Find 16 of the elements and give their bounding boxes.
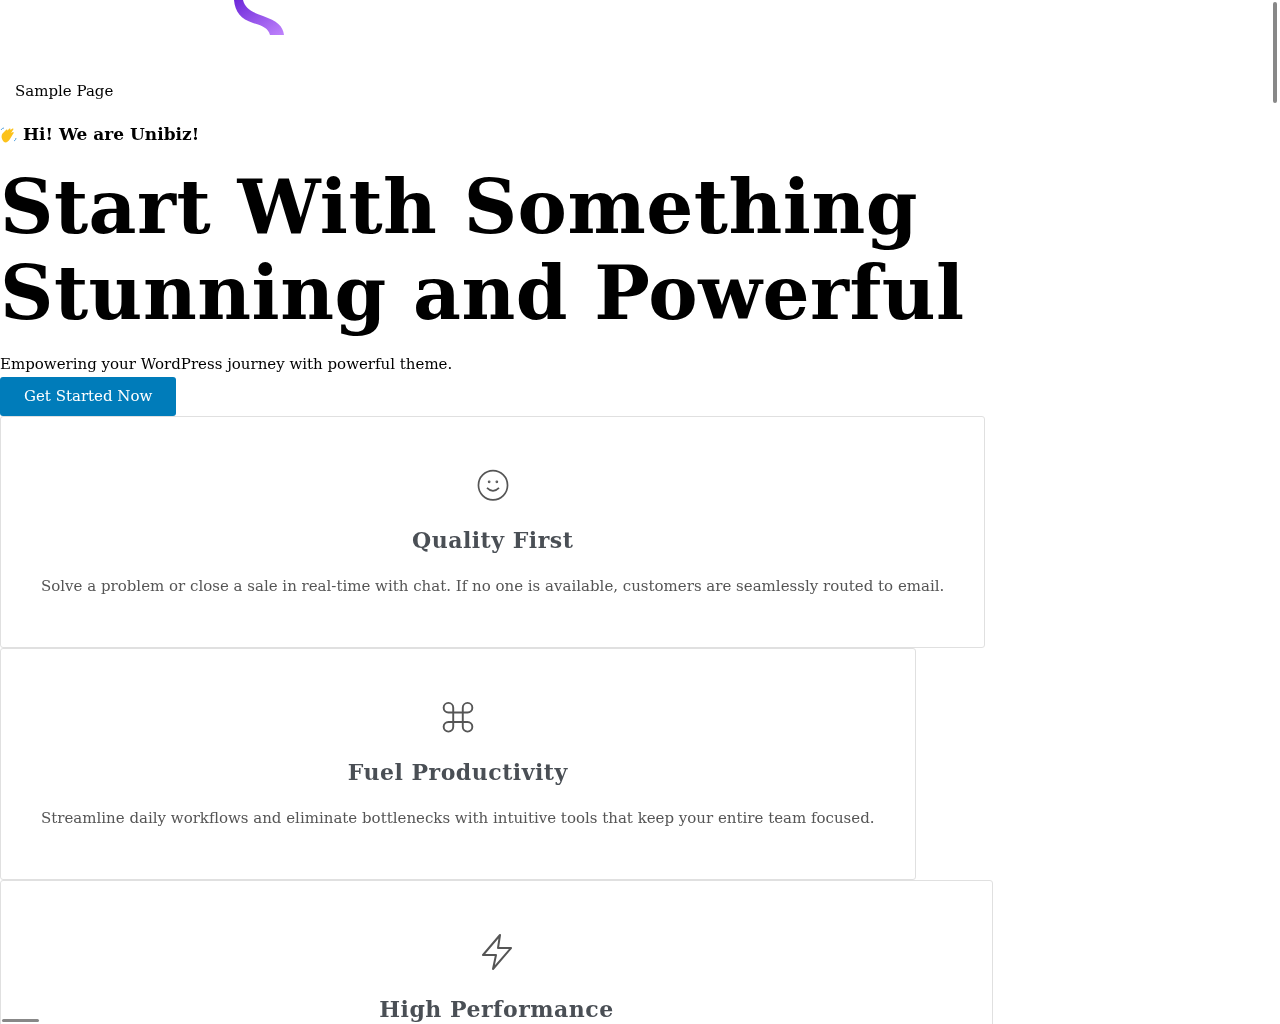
hero-subtitle: Empowering your WordPress journey with powerful theme.	[0, 354, 453, 374]
scrollbar[interactable]	[1273, 2, 1277, 103]
feature-title: Fuel Productivity	[347, 757, 568, 787]
command-key-icon	[440, 701, 475, 734]
feature-description: Streamline daily workflows and eliminate bottlenecks with intuitive tools that keep your entire team focused.	[41, 807, 875, 829]
nav-link[interactable]: Sample Page	[15, 79, 114, 103]
logo-icon[interactable]	[233, 0, 285, 35]
hero-heading: Start With Something Stunning and Powerful	[0, 164, 965, 336]
eyebrow-text: Hi! We are Unibiz!	[23, 123, 200, 147]
feature-title: Quality First	[412, 525, 574, 555]
scroll-indicator	[2, 1019, 39, 1022]
feature-description: Solve a problem or close a sale in real-time with chat. If no one is available, customers are seamlessly routed to email.	[41, 575, 945, 597]
lightning-icon	[479, 933, 514, 971]
feature-title: High Performance	[379, 995, 614, 1024]
get-started-button[interactable]: Get Started Now	[0, 377, 177, 416]
waving-hand-icon	[0, 126, 17, 144]
